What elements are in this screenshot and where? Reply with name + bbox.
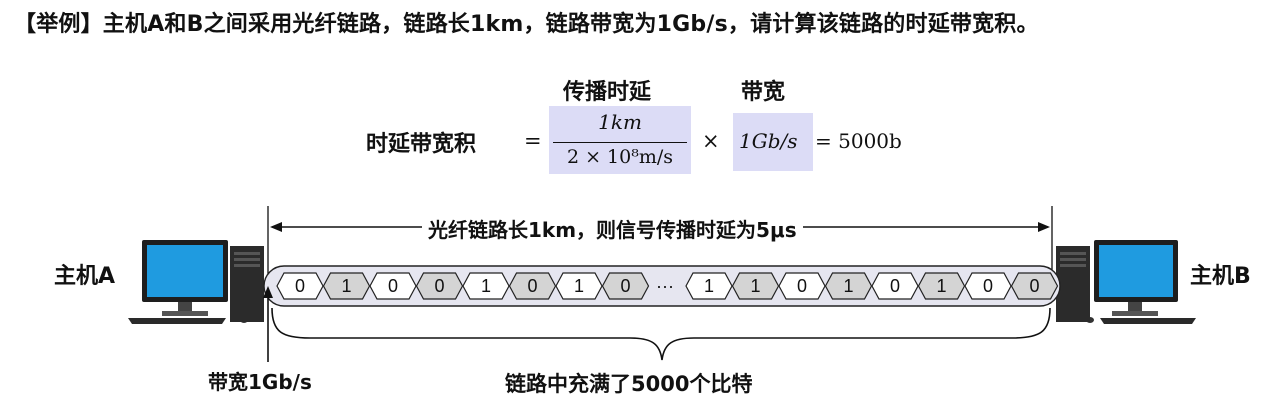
link-brace [271, 307, 1051, 361]
bit-value: 0 [527, 276, 537, 296]
link-length-label: 光纤链路长1km，则信号传播时延为5μs [422, 214, 803, 243]
bit-value: 0 [620, 276, 630, 296]
bit-value: 0 [434, 276, 444, 296]
bit-ellipsis: ··· [656, 276, 674, 296]
bit-value: 0 [295, 276, 305, 296]
bit-value: 0 [388, 276, 398, 296]
bit-value: 1 [843, 276, 853, 296]
right-arrowhead-icon [1038, 222, 1050, 232]
bit-value: 0 [890, 276, 900, 296]
bit-value: 0 [797, 276, 807, 296]
bit-value: 1 [481, 276, 491, 296]
bit-value: 1 [750, 276, 760, 296]
bit-value: 1 [704, 276, 714, 296]
bit-value: 0 [983, 276, 993, 296]
bit-value: 1 [936, 276, 946, 296]
host-b-computer-icon [1056, 240, 1196, 324]
host-a-computer-icon [128, 240, 264, 324]
bit-value: 1 [574, 276, 584, 296]
bit-value: 1 [341, 276, 351, 296]
link-diagram: 0 1 0 0 1 0 1 0 1 1 0 1 0 1 0 0 ··· [128, 206, 1196, 362]
left-arrowhead-icon [270, 222, 282, 232]
bit-value: 0 [1029, 276, 1039, 296]
